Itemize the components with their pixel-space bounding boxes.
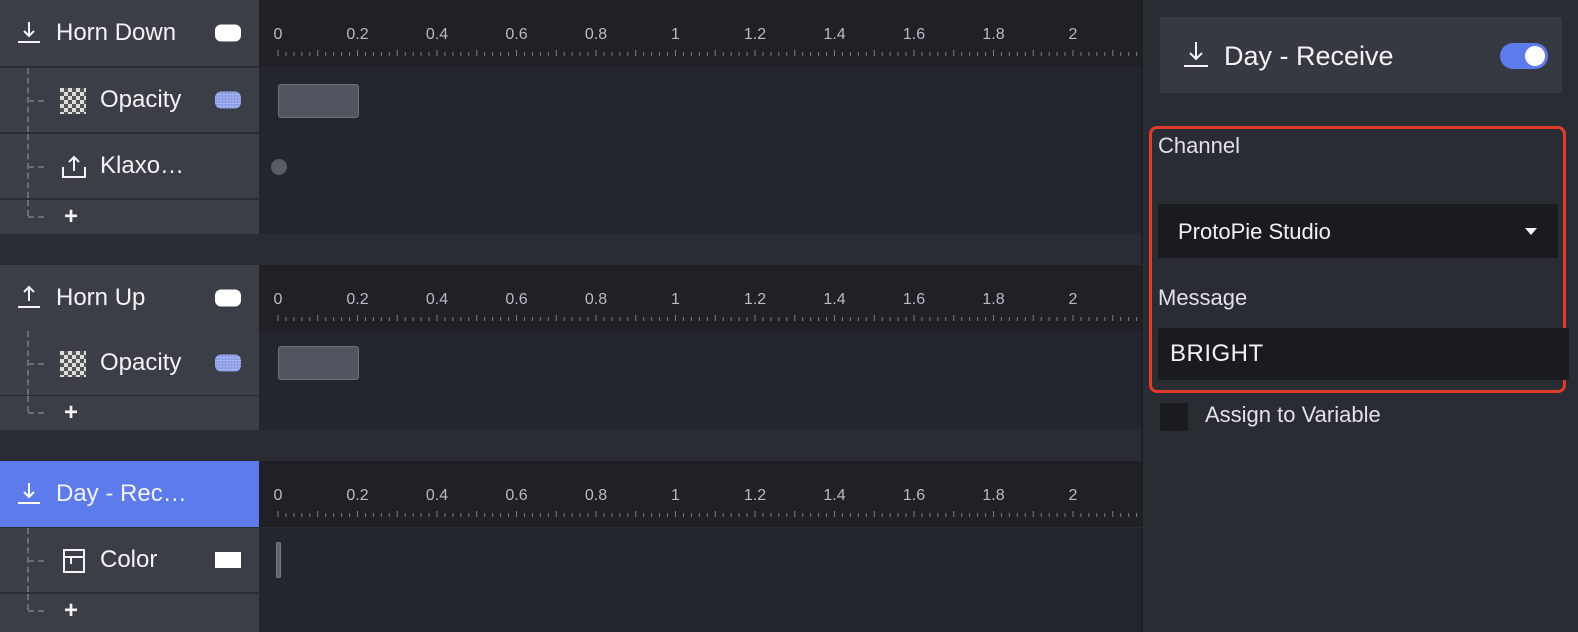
tree-connector [28,166,44,168]
tree-connector [28,412,44,414]
white-pill-icon [215,289,241,307]
timeline-response-bar[interactable] [278,346,359,380]
send-arrow-up-icon [62,155,86,178]
ruler-ticks [277,315,1138,321]
assign-variable-label: Assign to Variable [1205,402,1381,427]
plus-icon: + [64,597,79,624]
trigger-label: Horn Down [56,19,177,46]
trigger-horn-down[interactable]: Horn Down [0,0,259,66]
dotted-pill-icon [215,354,241,372]
response-label: Opacity [100,349,182,376]
trigger-day-receive[interactable]: Day - Rec… [0,461,259,527]
tree-connector [27,594,29,610]
receive-arrow-down-icon [18,22,40,43]
inspector-title: Day - Receive [1224,41,1394,71]
trigger-label: Day - Rec… [56,480,187,507]
add-response-button[interactable]: + [0,396,259,430]
checker-icon [60,88,86,114]
message-label: Message [1158,285,1248,310]
inspector-header: Day - Receive [1160,17,1562,93]
tree-connector [27,396,29,412]
tree-connector [28,610,44,612]
response-label: Color [100,546,158,573]
response-opacity[interactable]: Opacity [0,68,259,132]
trigger-label: Horn Up [56,284,146,311]
tree-connector [28,216,44,218]
receive-arrow-down-icon [1184,42,1208,67]
trigger-horn-up[interactable]: Horn Up [0,265,259,331]
inspector-panel: Day - Receive Channel ProtoPie Studio Me… [1141,0,1578,632]
enable-toggle[interactable] [1500,43,1548,69]
toggle-knob [1525,46,1545,66]
tree-connector [28,100,44,102]
channel-select[interactable]: ProtoPie Studio [1158,204,1558,258]
message-value: BRIGHT [1170,340,1264,367]
timeline-area [259,331,1141,430]
add-response-button[interactable]: + [0,594,259,632]
timeline-response-bar[interactable] [278,84,359,118]
trigger-tree: Horn Down Opacity Klaxo… + Horn Up Opaci… [0,0,259,632]
ruler-ticks [277,511,1138,517]
white-pill-icon [215,24,241,42]
plus-icon: + [64,399,79,426]
timeline-area [259,528,1141,632]
color-box-icon [63,549,85,573]
response-label: Klaxo… [100,152,185,179]
channel-label: Channel [1158,133,1240,158]
message-input[interactable]: BRIGHT [1158,328,1569,380]
timeline-ruler[interactable]: 0 0.2 0.4 0.6 0.8 1 1.2 1.4 1.6 1.8 2 [259,265,1141,331]
checker-icon [60,351,86,377]
timeline-ruler[interactable]: 0 0.2 0.4 0.6 0.8 1 1.2 1.4 1.6 1.8 2 [259,461,1141,527]
response-color[interactable]: Color [0,528,259,592]
assign-variable-checkbox[interactable] [1160,403,1188,431]
caret-down-icon [1525,228,1537,235]
timeline-response-bar[interactable] [276,542,281,578]
response-klaxon[interactable]: Klaxo… [0,134,259,198]
timeline-ruler[interactable]: 0 0.2 0.4 0.6 0.8 1 1.2 1.4 1.6 1.8 2 [259,0,1141,66]
plus-icon: + [64,203,79,230]
tree-connector [27,200,29,216]
ruler-ticks [277,50,1138,56]
tree-connector [28,560,44,562]
receive-arrow-down-icon [18,483,40,504]
response-label: Opacity [100,86,182,113]
tree-connector [28,363,44,365]
add-response-button[interactable]: + [0,200,259,234]
response-opacity[interactable]: Opacity [0,331,259,395]
timeline-response-dot[interactable] [271,159,287,175]
color-swatch [215,552,241,568]
send-arrow-up-icon [18,285,40,308]
channel-value: ProtoPie Studio [1178,219,1331,244]
timeline-area [259,66,1141,234]
dotted-pill-icon [215,91,241,109]
